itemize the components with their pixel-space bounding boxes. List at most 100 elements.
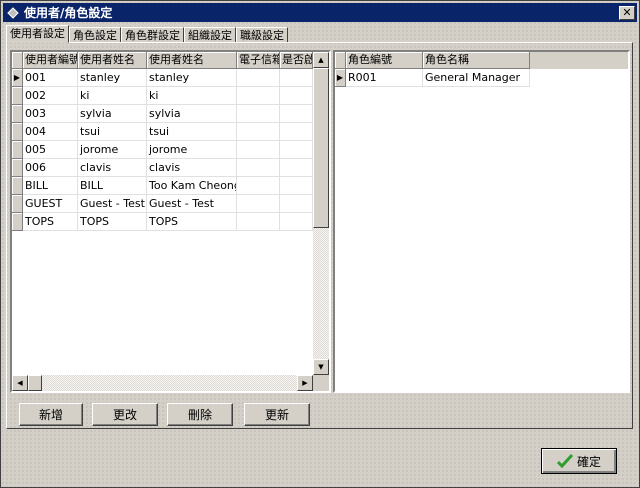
- add-button[interactable]: 新增: [19, 403, 83, 426]
- cell-enabled[interactable]: [280, 105, 313, 123]
- row-indicator[interactable]: [12, 87, 23, 105]
- column-header[interactable]: 電子信箱: [237, 52, 280, 69]
- column-header[interactable]: 是否啟用: [280, 52, 313, 69]
- cell-user-name-2[interactable]: TOPS: [147, 213, 237, 231]
- cell-user-id[interactable]: BILL: [23, 177, 78, 195]
- vertical-scrollbar[interactable]: ▲ ▼: [313, 52, 329, 375]
- cell-enabled[interactable]: [280, 123, 313, 141]
- cell-email[interactable]: [237, 177, 280, 195]
- tab-role-group-settings[interactable]: 角色群設定: [121, 27, 184, 43]
- cell-enabled[interactable]: [280, 69, 313, 87]
- title-bar[interactable]: 使用者/角色設定 ✕: [3, 3, 637, 22]
- table-row[interactable]: 003 sylvia sylvia: [12, 105, 329, 123]
- cell-user-name[interactable]: ki: [78, 87, 147, 105]
- arrow-down-icon: ▼: [318, 363, 324, 371]
- cell-user-id[interactable]: GUEST: [23, 195, 78, 213]
- row-indicator[interactable]: [12, 195, 23, 213]
- cell-user-id[interactable]: 003: [23, 105, 78, 123]
- table-row[interactable]: TOPS TOPS TOPS: [12, 213, 329, 231]
- delete-button[interactable]: 刪除: [167, 403, 233, 426]
- cell-enabled[interactable]: [280, 177, 313, 195]
- cell-user-name-2[interactable]: ki: [147, 87, 237, 105]
- cell-user-id[interactable]: TOPS: [23, 213, 78, 231]
- column-header[interactable]: 使用者姓名: [147, 52, 237, 69]
- tab-organization-settings[interactable]: 組織設定: [184, 27, 236, 43]
- cell-user-name[interactable]: BILL: [78, 177, 147, 195]
- row-indicator[interactable]: [12, 177, 23, 195]
- horizontal-scrollbar[interactable]: ◀ ▶: [12, 375, 313, 391]
- window-title: 使用者/角色設定: [24, 6, 113, 20]
- cell-user-id[interactable]: 004: [23, 123, 78, 141]
- row-indicator[interactable]: [12, 123, 23, 141]
- scroll-down-button[interactable]: ▼: [313, 359, 329, 375]
- cell-enabled[interactable]: [280, 159, 313, 177]
- table-row[interactable]: ▶ R001 General Manager: [335, 69, 628, 87]
- cell-user-name[interactable]: TOPS: [78, 213, 147, 231]
- ok-button[interactable]: 確定: [541, 448, 617, 474]
- cell-user-id[interactable]: 002: [23, 87, 78, 105]
- scroll-right-button[interactable]: ▶: [297, 375, 313, 391]
- cell-email[interactable]: [237, 87, 280, 105]
- header-corner: [335, 52, 346, 69]
- cell-enabled[interactable]: [280, 213, 313, 231]
- column-header[interactable]: 角色名稱: [423, 52, 530, 69]
- column-header[interactable]: 使用者編號: [23, 52, 78, 69]
- cell-user-name-2[interactable]: Too Kam Cheong: [147, 177, 237, 195]
- close-button[interactable]: ✕: [619, 5, 635, 20]
- edit-button[interactable]: 更改: [92, 403, 158, 426]
- table-row[interactable]: 004 tsui tsui: [12, 123, 329, 141]
- row-indicator[interactable]: [12, 213, 23, 231]
- user-role-settings-window: 使用者/角色設定 ✕ 使用者設定 角色設定 角色群設定 組織設定 職級設定 使用…: [0, 0, 640, 488]
- cell-user-name-2[interactable]: stanley: [147, 69, 237, 87]
- cell-user-name[interactable]: tsui: [78, 123, 147, 141]
- table-row[interactable]: ▶ 001 stanley stanley: [12, 69, 329, 87]
- table-row[interactable]: 002 ki ki: [12, 87, 329, 105]
- users-grid[interactable]: 使用者編號 使用者姓名 使用者姓名 電子信箱 是否啟用 ▶ 001 stanle…: [10, 50, 331, 393]
- cell-email[interactable]: [237, 195, 280, 213]
- cell-role-id[interactable]: R001: [346, 69, 423, 87]
- tab-rank-settings[interactable]: 職級設定: [236, 27, 288, 43]
- cell-user-name[interactable]: sylvia: [78, 105, 147, 123]
- cell-email[interactable]: [237, 159, 280, 177]
- arrow-left-icon: ◀: [17, 379, 23, 387]
- table-row[interactable]: 006 clavis clavis: [12, 159, 329, 177]
- cell-user-name[interactable]: Guest - Test: [78, 195, 147, 213]
- cell-user-name-2[interactable]: tsui: [147, 123, 237, 141]
- cell-user-id[interactable]: 006: [23, 159, 78, 177]
- cell-enabled[interactable]: [280, 141, 313, 159]
- table-row[interactable]: BILL BILL Too Kam Cheong: [12, 177, 329, 195]
- cell-email[interactable]: [237, 123, 280, 141]
- cell-enabled[interactable]: [280, 195, 313, 213]
- vertical-scroll-thumb[interactable]: [313, 68, 329, 228]
- cell-role-name[interactable]: General Manager: [423, 69, 530, 87]
- scroll-left-button[interactable]: ◀: [12, 375, 28, 391]
- tab-user-settings[interactable]: 使用者設定: [6, 25, 69, 43]
- cell-user-name-2[interactable]: Guest - Test: [147, 195, 237, 213]
- column-header[interactable]: 角色編號: [346, 52, 423, 69]
- cell-email[interactable]: [237, 105, 280, 123]
- roles-grid[interactable]: 角色編號 角色名稱 ▶ R001 General Manager: [333, 50, 630, 393]
- cell-user-name-2[interactable]: jorome: [147, 141, 237, 159]
- cell-user-name[interactable]: clavis: [78, 159, 147, 177]
- scroll-up-button[interactable]: ▲: [313, 52, 329, 68]
- table-row[interactable]: GUEST Guest - Test Guest - Test: [12, 195, 329, 213]
- table-row[interactable]: 005 jorome jorome: [12, 141, 329, 159]
- cell-user-name-2[interactable]: sylvia: [147, 105, 237, 123]
- cell-email[interactable]: [237, 69, 280, 87]
- tab-panel: 使用者編號 使用者姓名 使用者姓名 電子信箱 是否啟用 ▶ 001 stanle…: [6, 42, 633, 429]
- row-indicator[interactable]: [12, 141, 23, 159]
- row-indicator[interactable]: [12, 159, 23, 177]
- tab-role-settings[interactable]: 角色設定: [69, 27, 121, 43]
- cell-user-name[interactable]: jorome: [78, 141, 147, 159]
- cell-email[interactable]: [237, 213, 280, 231]
- cell-enabled[interactable]: [280, 87, 313, 105]
- cell-user-name[interactable]: stanley: [78, 69, 147, 87]
- cell-user-id[interactable]: 001: [23, 69, 78, 87]
- horizontal-scroll-thumb[interactable]: [28, 375, 42, 391]
- cell-user-name-2[interactable]: clavis: [147, 159, 237, 177]
- row-indicator[interactable]: [12, 105, 23, 123]
- cell-user-id[interactable]: 005: [23, 141, 78, 159]
- update-button[interactable]: 更新: [244, 403, 310, 426]
- cell-email[interactable]: [237, 141, 280, 159]
- column-header[interactable]: 使用者姓名: [78, 52, 147, 69]
